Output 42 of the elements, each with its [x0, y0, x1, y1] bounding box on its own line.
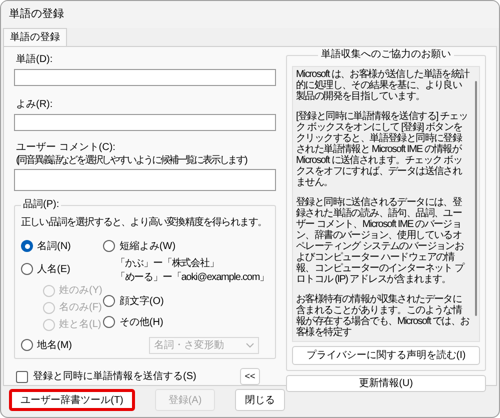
example-text: 「かぶ」ー「株式会社」	[114, 257, 220, 271]
radio-label: 人名(E)	[37, 262, 70, 276]
hint-text: (同音異義語などを選択しやすいように候補一覧に表示します)	[15, 154, 248, 167]
radio-button[interactable]	[21, 263, 33, 275]
dialog-button[interactable]: 閉じる	[235, 389, 285, 411]
radio-label: 姓のみ(Y)	[59, 284, 102, 298]
collapse-button[interactable]: <<	[240, 368, 260, 385]
description-text: 正しい品詞を選択すると、より高い変換精度を得られます。	[21, 216, 268, 230]
radio-button[interactable]	[103, 240, 116, 252]
window-title: 単語の登録	[9, 7, 64, 22]
radio-button[interactable]	[21, 240, 33, 252]
radio-label: 姓と名(L)	[59, 318, 102, 332]
comment-field[interactable]	[14, 169, 276, 191]
radio-label: 名詞(N)	[37, 240, 71, 254]
radio-label: 短縮よみ(W)	[119, 240, 176, 254]
radio-label: その他(H)	[119, 316, 164, 330]
privacy-button[interactable]: プライバシーに関する声明を読む(I)	[292, 346, 480, 365]
group-title: 品詞(P):	[21, 199, 62, 211]
field-label: ユーザー コメント(C):	[15, 141, 116, 154]
text-field[interactable]	[14, 69, 276, 86]
info-paragraph: Microsoft は、お客様が送信した単語を統計的に処理し、その結果を基に、より良い製品の開発を目指しています。	[296, 69, 470, 102]
scrollbar-thumb[interactable]	[475, 81, 477, 316]
dialog-button[interactable]: ユーザー辞書ツール(T)	[9, 389, 135, 411]
chevron-down-icon	[246, 342, 254, 348]
checkbox-label: 登録と同時に単語情報を送信する(S)	[33, 370, 196, 384]
example-text: 「めーる」ー「aoki@example.com」	[114, 271, 269, 285]
radio-button[interactable]	[21, 339, 33, 351]
field-label: よみ(R):	[15, 98, 54, 112]
text-field[interactable]	[14, 114, 276, 131]
info-paragraph: 登録と同時に送信されるデータには、登録された単語の読み、語句、品詞、ユーザー コメント、Microsoft IME のバージョン、辞書のバージョン、使用しているオペレーティング システムのバージョンおよびコンピューター ハードウェアの情報、コンピューターのインターネット プロトコル (IP) アドレスが含まれます。	[296, 197, 466, 285]
info-paragraph: [登録と同時に単語情報を送信する] チェック ボックスをオンにして [登録] ボタンをクリックすると、単語登録と同時に登録された単語情報と Microsoft IME の情報が Microsoft に送信されます。チェック ボックスをオフにすれば、データは送信されません。	[296, 111, 469, 188]
checkbox[interactable]	[16, 370, 28, 382]
radio-button[interactable]	[103, 316, 116, 328]
update-info-button[interactable]: 更新情報(U)	[286, 375, 486, 392]
radio-label: 名のみ(F)	[59, 301, 102, 315]
radio-label: 顔文字(O)	[119, 294, 164, 308]
field-label: 単語(D):	[15, 53, 54, 67]
tab[interactable]: 単語の登録	[3, 28, 67, 46]
info-paragraph: お客様特有の情報が収集されたデータに含まれることがあります。このような情報が存在する場合でも、Microsoft では、お客様を特定す	[296, 294, 470, 338]
radio-button[interactable]	[103, 295, 116, 307]
radio-label: 地名(M)	[37, 338, 72, 352]
group-title: 単語収集へのご協力のお願い	[318, 49, 454, 61]
